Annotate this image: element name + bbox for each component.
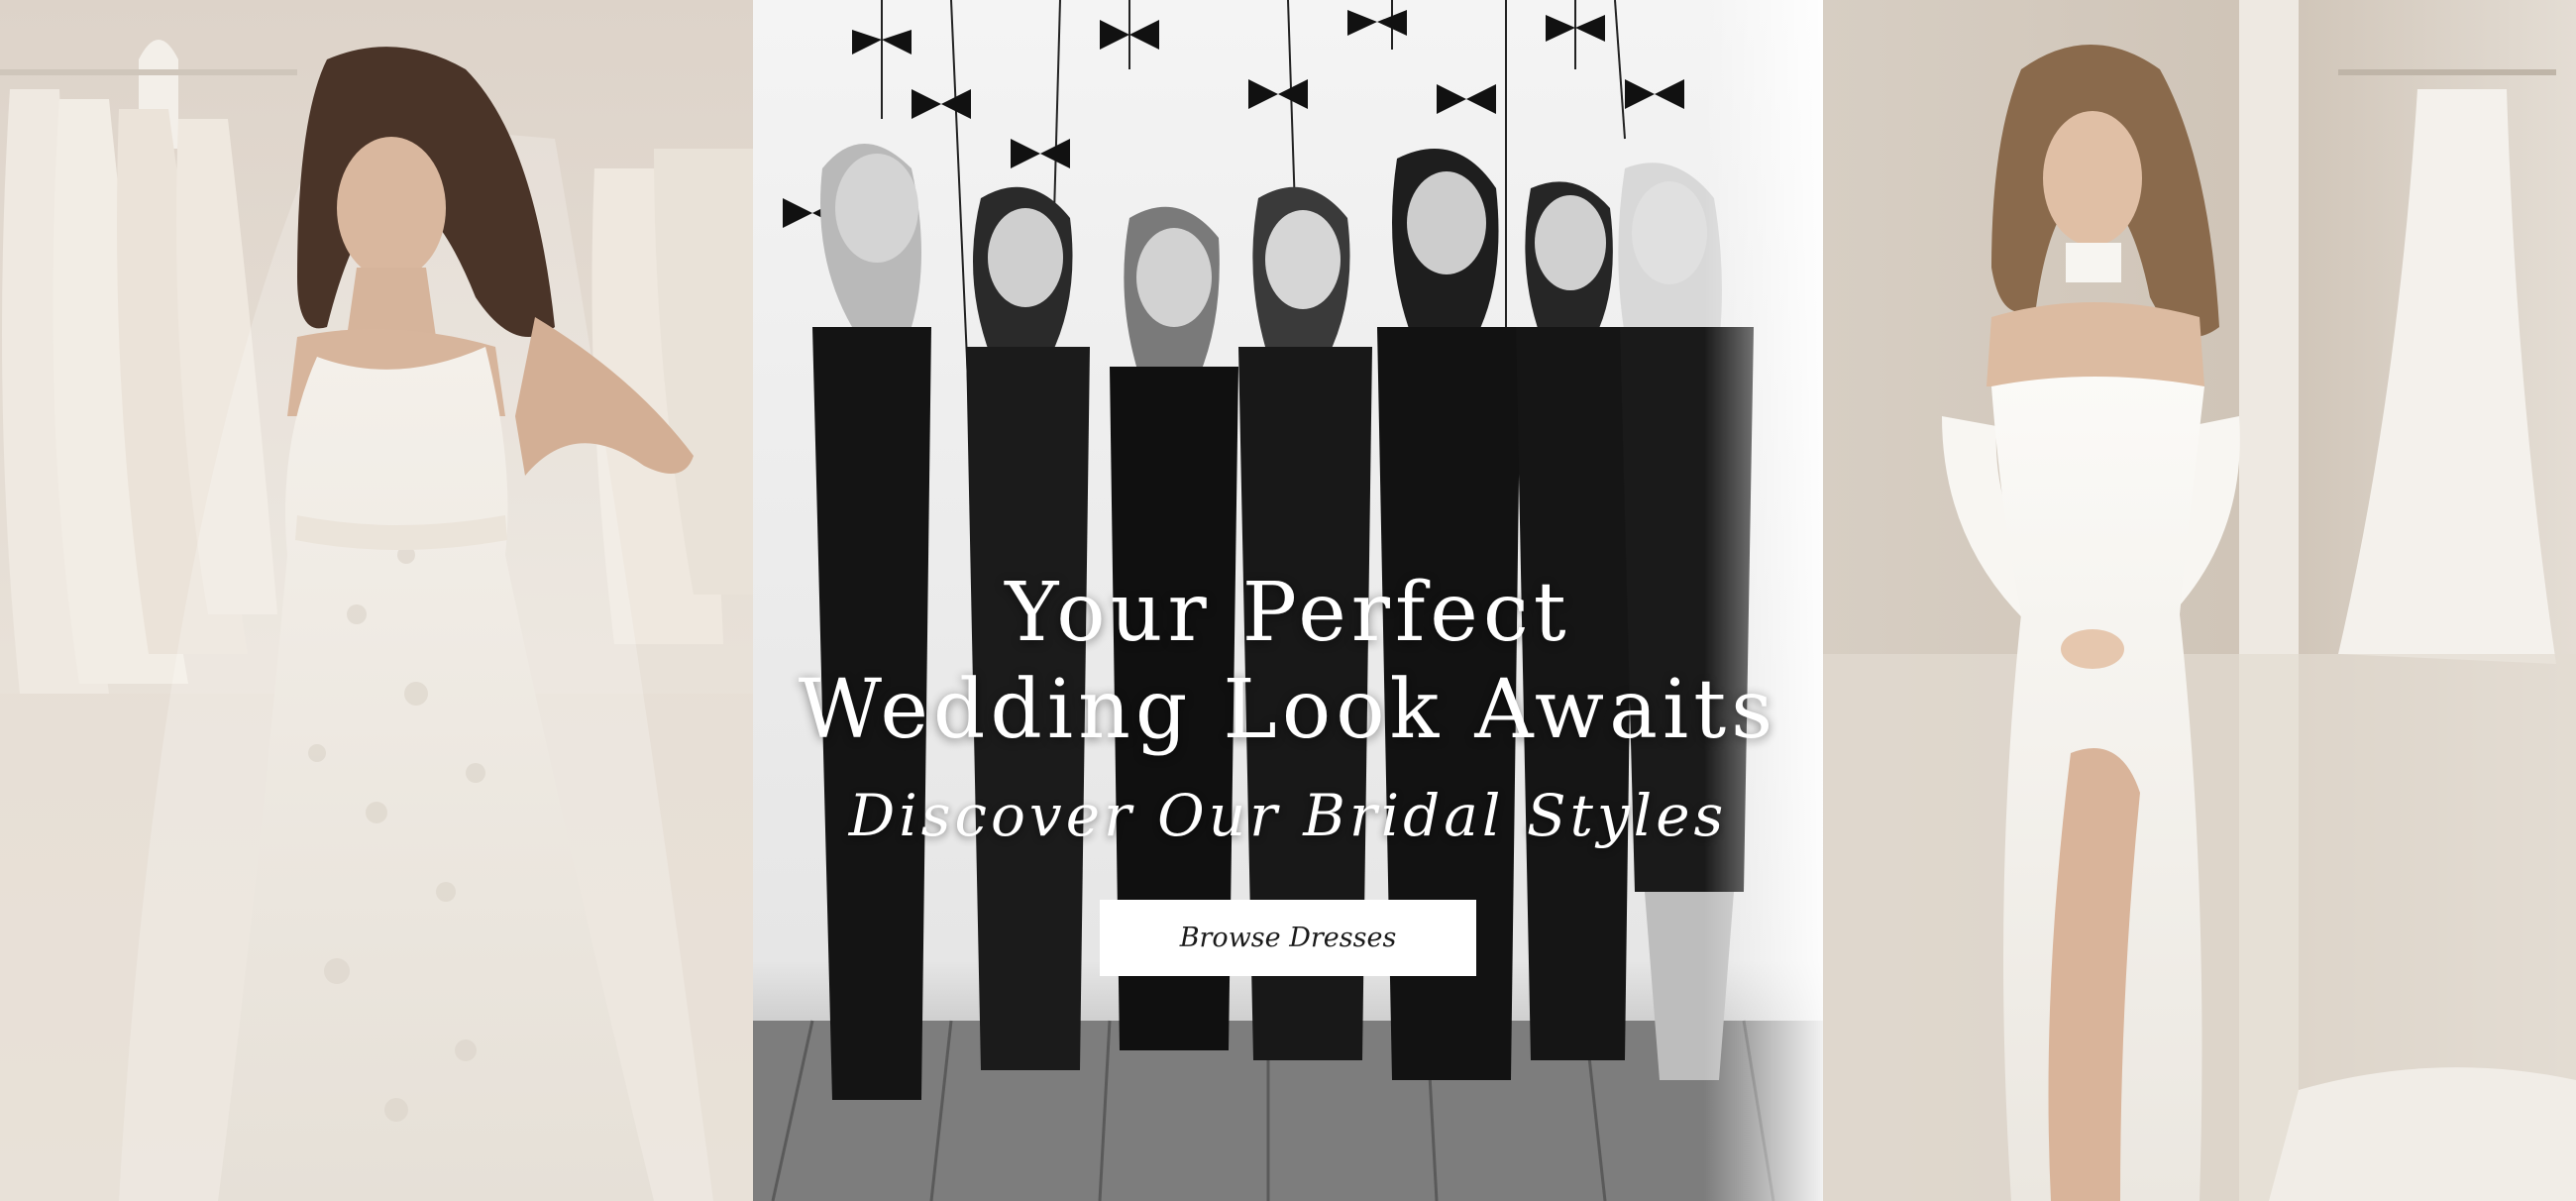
hero-headline: Your Perfect Wedding Look Awaits: [753, 565, 1823, 759]
hero-headline-line2: Wedding Look Awaits: [798, 663, 1778, 757]
hero-subheadline: Discover Our Bridal Styles: [848, 782, 1728, 849]
hero-overlay: Your Perfect Wedding Look Awaits Discove…: [753, 565, 1823, 976]
browse-dresses-button[interactable]: Browse Dresses: [1100, 900, 1476, 976]
bride-satin-gown-photo: [1823, 0, 2576, 1201]
bride-lace-gown-photo: [0, 0, 753, 1201]
hero-headline-line1: Your Perfect: [1005, 566, 1571, 660]
hero-banner: Your Perfect Wedding Look Awaits Discove…: [0, 0, 2576, 1201]
